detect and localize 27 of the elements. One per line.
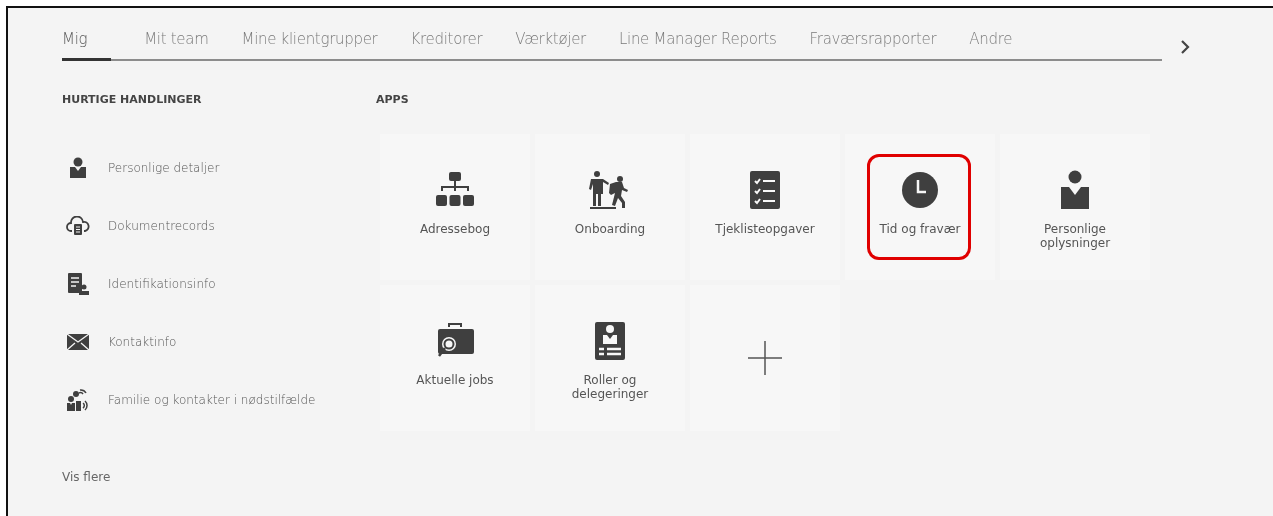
quick-action-link[interactable]: Dokumentrecords — [62, 214, 376, 238]
tab[interactable]: Mit team — [144, 26, 209, 61]
people-icon — [66, 388, 90, 412]
quick-action-link[interactable]: Kontaktinfo — [62, 330, 376, 354]
tab[interactable]: Kreditorer — [410, 26, 483, 61]
tab[interactable]: Mine klientgrupper — [241, 26, 378, 61]
tab[interactable]: Fraværsrapporter — [809, 26, 937, 61]
id-document-icon — [67, 272, 89, 296]
quick-action-link[interactable]: Familie og kontakter i nødstilfælde — [62, 388, 376, 412]
clock-icon — [901, 171, 939, 209]
person-icon — [1060, 170, 1090, 210]
tab[interactable]: Line Manager Reports — [618, 26, 777, 61]
checklist-icon — [749, 170, 781, 210]
show-more-link[interactable]: Vis flere — [62, 470, 376, 484]
tab[interactable]: Mig — [62, 26, 112, 61]
section-heading: HURTIGE HANDLINGER — [62, 93, 203, 106]
cloud-document-icon — [66, 216, 90, 236]
envelope-icon — [66, 333, 90, 351]
chevron-right-icon[interactable] — [1180, 40, 1190, 54]
tab[interactable]: Værktøjer — [515, 26, 586, 61]
tab[interactable]: Andre — [969, 26, 1013, 61]
quick-action-link[interactable]: Personlige detaljer — [62, 156, 376, 180]
person-icon — [67, 157, 89, 179]
id-badge-icon — [594, 321, 626, 361]
section-heading: APPS — [376, 93, 410, 106]
quick-action-link[interactable]: Identifikationsinfo — [62, 272, 376, 296]
plus-icon — [748, 341, 782, 375]
